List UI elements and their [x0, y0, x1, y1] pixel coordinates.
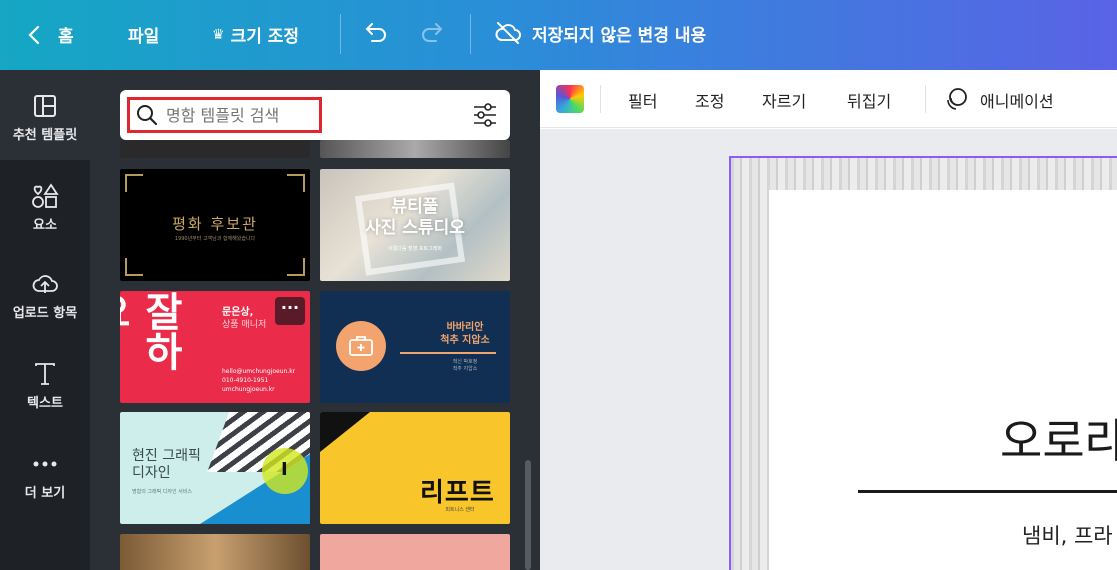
template-icon: [33, 92, 57, 120]
save-status-label: 저장되지 않은 변경 내용: [532, 25, 707, 46]
search-highlight: [127, 97, 322, 133]
filter-button[interactable]: 필터: [628, 88, 657, 112]
text-icon: [33, 360, 57, 388]
card-subtitle: 1990년부터 고객님과 함께해왔습니다: [174, 236, 256, 242]
template-card-lift[interactable]: 리프트 피트니스 센터: [320, 412, 510, 524]
card-subtitle: 척신 박호정 척추 지압소: [452, 359, 478, 372]
card-name: 문은상,: [222, 307, 254, 318]
card-subtitle: 아름다움 촬영 포토그래퍼: [388, 246, 442, 252]
animate-button[interactable]: 애니메이션: [980, 88, 1054, 112]
rail-label: 텍스트: [27, 396, 63, 411]
adjust-button[interactable]: 조정: [695, 88, 724, 112]
template-card-peace[interactable]: 평화 후보관 1990년부터 고객님과 함께해왔습니다: [120, 169, 310, 281]
file-label: 파일: [128, 27, 160, 47]
card-role: 상품 매니저: [222, 320, 267, 330]
card-subtitle: 명함의 그래픽 디자인 서비스: [132, 489, 192, 495]
top-bar: 홈 파일 ♛ 크기 조정 저장되지 않은 변경 내용: [0, 0, 1117, 70]
resize-button[interactable]: ♛ 크기 조정: [212, 22, 300, 48]
crown-icon: ♛: [212, 26, 225, 43]
template-card[interactable]: [120, 534, 310, 570]
divider: [470, 14, 471, 54]
card-background: [769, 190, 1117, 570]
rail-item-elements[interactable]: 요소: [0, 182, 90, 233]
card-title: 평화 후보관: [172, 215, 258, 233]
cloud-off-icon: [495, 22, 521, 44]
template-card[interactable]: [120, 140, 310, 158]
rail-label: 요소: [33, 218, 57, 233]
ornament: [287, 258, 305, 276]
template-card[interactable]: [320, 534, 510, 570]
ornament: [125, 174, 143, 192]
card-subtitle: 피트니스 센터: [445, 507, 475, 513]
upload-cloud-icon: [30, 270, 60, 298]
ornament: [287, 174, 305, 192]
home-label: 홈: [58, 27, 74, 47]
first-aid-icon: [336, 321, 386, 371]
more-options-button[interactable]: ···: [275, 297, 305, 325]
card-contact: hello@umchungjoeun.kr 010-4910-1951 umch…: [222, 368, 296, 393]
template-card-studio[interactable]: 뷰티풀 사진 스튜디오 아름다움 촬영 포토그래퍼: [320, 169, 510, 281]
flip-button[interactable]: 뒤집기: [847, 88, 891, 112]
home-button[interactable]: 홈: [28, 22, 74, 47]
template-card[interactable]: [320, 140, 510, 158]
design-page[interactable]: [729, 156, 1117, 570]
card-title: 바바리안 척추 지압소: [440, 322, 490, 346]
text-cursor-icon: I: [281, 459, 288, 480]
template-panel: 평화 후보관 1990년부터 고객님과 함께해왔습니다 뷰티풀 사진 스튜디오 …: [90, 70, 540, 570]
undo-icon: [365, 23, 386, 42]
design-title-text[interactable]: 오로라: [1000, 405, 1117, 471]
redo-icon: [422, 23, 443, 42]
search-input[interactable]: [166, 105, 316, 125]
chevron-left-icon: [28, 25, 40, 44]
rail-item-text[interactable]: 텍스트: [0, 360, 90, 411]
rail-item-uploads[interactable]: 업로드 항목: [0, 270, 90, 321]
divider: [340, 14, 341, 54]
card-title: 리프트: [420, 478, 495, 508]
card-title: 현진 그래픽 디자인: [132, 448, 201, 481]
rail-item-templates[interactable]: 추천 템플릿: [0, 70, 90, 160]
crop-button[interactable]: 자르기: [762, 88, 806, 112]
animate-icon: [943, 86, 969, 116]
redo-button[interactable]: [420, 20, 446, 50]
divider: [925, 85, 926, 113]
image-toolbar: 필터 조정 자르기 뒤집기 애니메이션: [540, 70, 1117, 128]
rail-label: 더 보기: [24, 486, 66, 501]
black-corner: [320, 412, 370, 452]
divider: [400, 352, 496, 354]
save-status[interactable]: 저장되지 않은 변경 내용: [494, 20, 706, 46]
rail-label: 추천 템플릿: [12, 128, 78, 143]
side-rail: 추천 템플릿 요소 업로드 항목 텍스트 더 보기: [0, 70, 90, 570]
ornament: [125, 258, 143, 276]
card-big-text: 잘하요.: [120, 291, 183, 371]
search-icon: [137, 105, 158, 126]
design-subtitle-text[interactable]: 냄비, 프라: [1022, 520, 1113, 550]
color-picker-button[interactable]: [556, 85, 584, 113]
panel-scrollbar[interactable]: [525, 460, 531, 570]
divider: [600, 85, 601, 113]
elements-icon: [31, 182, 59, 210]
search-bar: [120, 90, 510, 140]
undo-button[interactable]: [362, 20, 388, 50]
more-dots-icon: [32, 450, 58, 478]
file-menu-button[interactable]: 파일: [128, 22, 159, 47]
rail-item-more[interactable]: 더 보기: [0, 450, 90, 501]
sliders-icon: [474, 103, 496, 127]
filter-sliders-button[interactable]: [472, 102, 498, 132]
rail-label: 업로드 항목: [12, 306, 78, 321]
resize-label: 크기 조정: [230, 27, 300, 47]
template-card-graphic[interactable]: 현진 그래픽 디자인 명함의 그래픽 디자인 서비스 I: [120, 412, 310, 524]
template-card-clinic[interactable]: 바바리안 척추 지압소 척신 박호정 척추 지압소: [320, 291, 510, 403]
card-title: 뷰티풀 사진 스튜디오: [365, 197, 465, 238]
template-card-pink[interactable]: 잘하요. 문은상, 상품 매니저 hello@umchungjoeun.kr 0…: [120, 291, 310, 403]
design-divider-line[interactable]: [858, 490, 1117, 493]
